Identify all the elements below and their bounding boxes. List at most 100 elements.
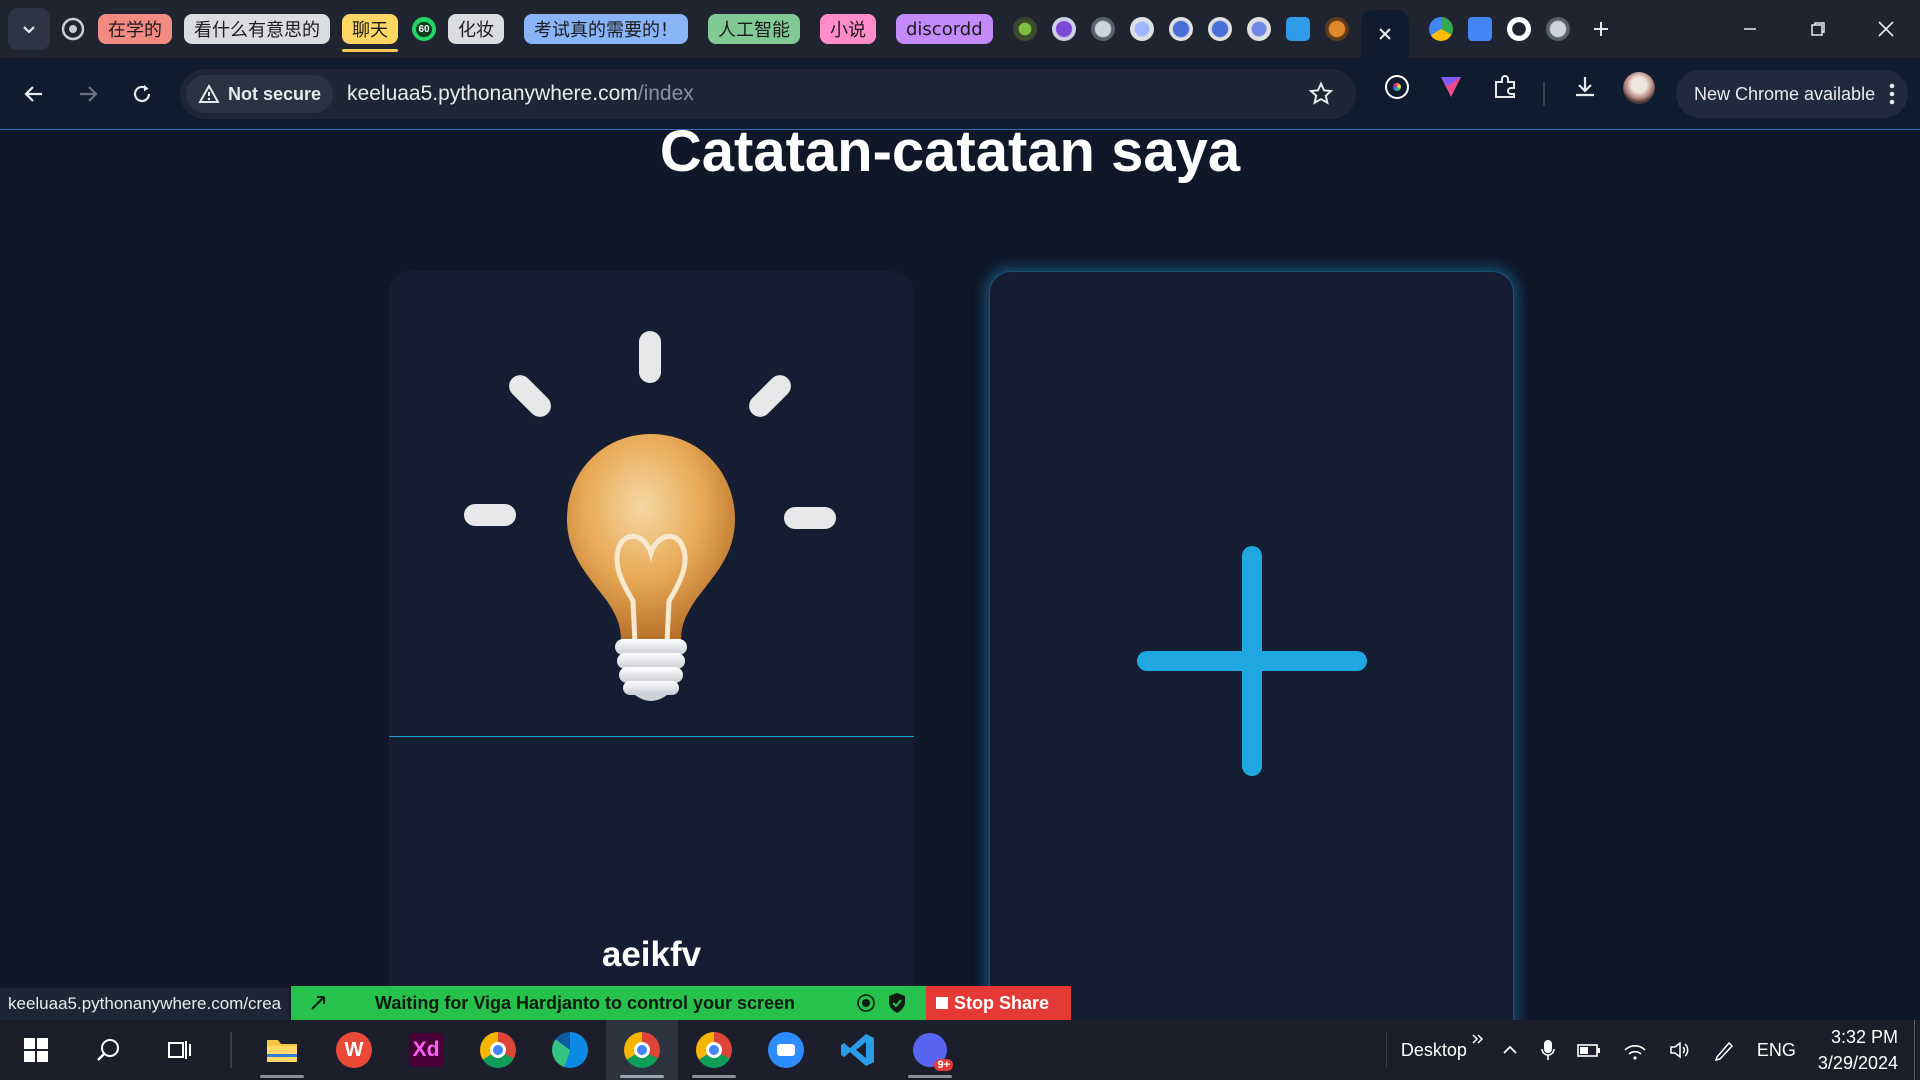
tab-group-chip-4[interactable]: 考试真的需要的！ [524, 14, 688, 44]
clock-time: 3:32 PM [1830, 1027, 1898, 1047]
status-url-bubble: keeluaa5.pythonanywhere.com/crea [0, 988, 290, 1020]
tab-group-chip-2[interactable]: 聊天 [342, 14, 398, 52]
security-label: Not secure [228, 83, 322, 104]
add-note-card[interactable] [989, 271, 1514, 1020]
tab-search-button[interactable] [8, 8, 50, 50]
chevron-right-double-icon[interactable] [1471, 1033, 1485, 1047]
back-button[interactable] [12, 72, 56, 116]
task-view-icon [168, 1041, 191, 1059]
adobe-xd-icon: Xd [409, 1033, 443, 1067]
chrome-button[interactable] [462, 1020, 534, 1080]
url-text[interactable]: keeluaa5.pythonanywhere.com/index [347, 82, 694, 106]
github-icon[interactable] [1506, 17, 1531, 41]
tab-group-label: 化妆 [458, 20, 494, 41]
drive-icon[interactable] [1428, 17, 1453, 41]
card-divider [389, 736, 914, 737]
windows-taskbar: W Xd 9+ Desktop ENG 3:32 PM 3/29/2024 [0, 1020, 1920, 1080]
edge-button[interactable] [534, 1020, 606, 1080]
new-tab-button[interactable] [1588, 16, 1614, 42]
chrome-icon [624, 1032, 660, 1068]
active-tab[interactable] [1360, 10, 1409, 58]
show-desktop-button[interactable] [1914, 1020, 1920, 1080]
tab-group-label: 人工智能 [718, 20, 790, 41]
tab-group-chip-5[interactable]: 人工智能 [708, 14, 800, 44]
chevron-down-icon [23, 26, 35, 34]
clock[interactable]: 3:32 PM 3/29/2024 [1818, 1024, 1898, 1076]
vscode-icon [841, 1034, 874, 1066]
close-window-button[interactable] [1852, 0, 1920, 58]
tab-favicon[interactable] [1285, 17, 1310, 41]
zoom-button[interactable] [750, 1020, 822, 1080]
file-explorer-button[interactable] [246, 1020, 318, 1080]
vscode-button[interactable] [822, 1020, 894, 1080]
discord-button[interactable]: 9+ [894, 1020, 966, 1080]
start-button[interactable] [0, 1020, 72, 1080]
adobe-xd-button[interactable]: Xd [390, 1020, 462, 1080]
globe-icon[interactable] [1090, 17, 1115, 41]
update-chrome-button[interactable]: New Chrome available [1676, 70, 1908, 118]
tab-group-chip-7[interactable]: discordd [896, 14, 993, 44]
stop-icon [936, 997, 948, 1009]
tab-group-chip-0[interactable]: 在学的 [98, 14, 172, 44]
record-icon[interactable] [856, 993, 876, 1013]
battery-icon[interactable] [1577, 1042, 1601, 1058]
note-title: aeikfv [601, 935, 702, 974]
address-bar[interactable]: Not secure keeluaa5.pythonanywhere.com/i… [180, 69, 1356, 119]
downloads-button[interactable] [1570, 72, 1600, 102]
tab-favicon[interactable] [1012, 17, 1037, 41]
search-button[interactable] [72, 1020, 144, 1080]
tab-group-chip-3[interactable]: 化妆 [448, 14, 504, 44]
profile-avatar[interactable] [1623, 72, 1655, 104]
tab-group-chip-6[interactable]: 小说 [820, 14, 876, 44]
search-icon [97, 1039, 119, 1061]
tab-favicon[interactable] [1324, 17, 1349, 41]
chrome-tab-icon[interactable] [60, 16, 86, 42]
pen-icon[interactable] [1713, 1039, 1735, 1061]
tab-favicon[interactable] [1051, 17, 1076, 41]
chat-tab-icon[interactable]: 60 [412, 17, 436, 41]
tab-group-label: 聊天 [352, 20, 388, 41]
flag-icon [1441, 77, 1461, 97]
security-chip[interactable]: Not secure [186, 75, 334, 113]
extension-flag-icon[interactable] [1436, 72, 1466, 102]
wps-office-button[interactable]: W [318, 1020, 390, 1080]
tab-favicon[interactable] [1246, 17, 1271, 41]
globe-icon[interactable] [1545, 17, 1570, 41]
tab-favicon[interactable] [1129, 17, 1154, 41]
page-content: Catatan-catatan saya aeikfv [0, 130, 1920, 1020]
wps-icon: W [336, 1032, 372, 1068]
tab-favicon[interactable] [1168, 17, 1193, 41]
tab-strip: 在学的 看什么有意思的 聊天 60 化妆 考试真的需要的！ 人工智能 小说 di… [0, 0, 1920, 58]
restore-icon [1811, 22, 1825, 36]
kebab-menu-icon[interactable] [1889, 83, 1895, 105]
language-indicator[interactable]: ENG [1757, 1040, 1796, 1061]
desktop-toolbar-label[interactable]: Desktop [1401, 1040, 1467, 1061]
close-icon[interactable] [1377, 26, 1393, 42]
extension-color-icon[interactable] [1382, 72, 1412, 102]
tab-group-label: 小说 [830, 20, 866, 41]
screen-share-banner: Waiting for Viga Hardjanto to control yo… [291, 986, 927, 1020]
restore-button[interactable] [1784, 0, 1852, 58]
share-message: Waiting for Viga Hardjanto to control yo… [375, 992, 796, 1013]
drag-handle-icon[interactable] [309, 994, 327, 1012]
chrome-profile-k-button[interactable] [678, 1020, 750, 1080]
volume-icon[interactable] [1669, 1040, 1691, 1060]
tab-favicon[interactable] [1207, 17, 1232, 41]
note-card[interactable]: aeikfv erjd [389, 271, 914, 1020]
docs-icon[interactable] [1467, 17, 1492, 41]
bookmark-button[interactable] [1308, 81, 1334, 112]
extensions-button[interactable] [1490, 72, 1520, 102]
microphone-icon[interactable] [1541, 1039, 1555, 1061]
wifi-icon[interactable] [1623, 1040, 1647, 1060]
chevron-up-icon[interactable] [1501, 1041, 1519, 1059]
arrow-left-icon [24, 85, 42, 102]
reload-button[interactable] [120, 72, 164, 116]
forward-button[interactable] [66, 72, 110, 116]
shield-icon[interactable] [887, 992, 907, 1014]
minimize-button[interactable] [1716, 0, 1784, 58]
tab-group-chip-1[interactable]: 看什么有意思的 [184, 14, 330, 44]
chrome-profile-button[interactable] [606, 1020, 678, 1080]
download-icon [1576, 77, 1594, 97]
stop-share-button[interactable]: Stop Share [926, 986, 1071, 1020]
task-view-button[interactable] [144, 1020, 216, 1080]
